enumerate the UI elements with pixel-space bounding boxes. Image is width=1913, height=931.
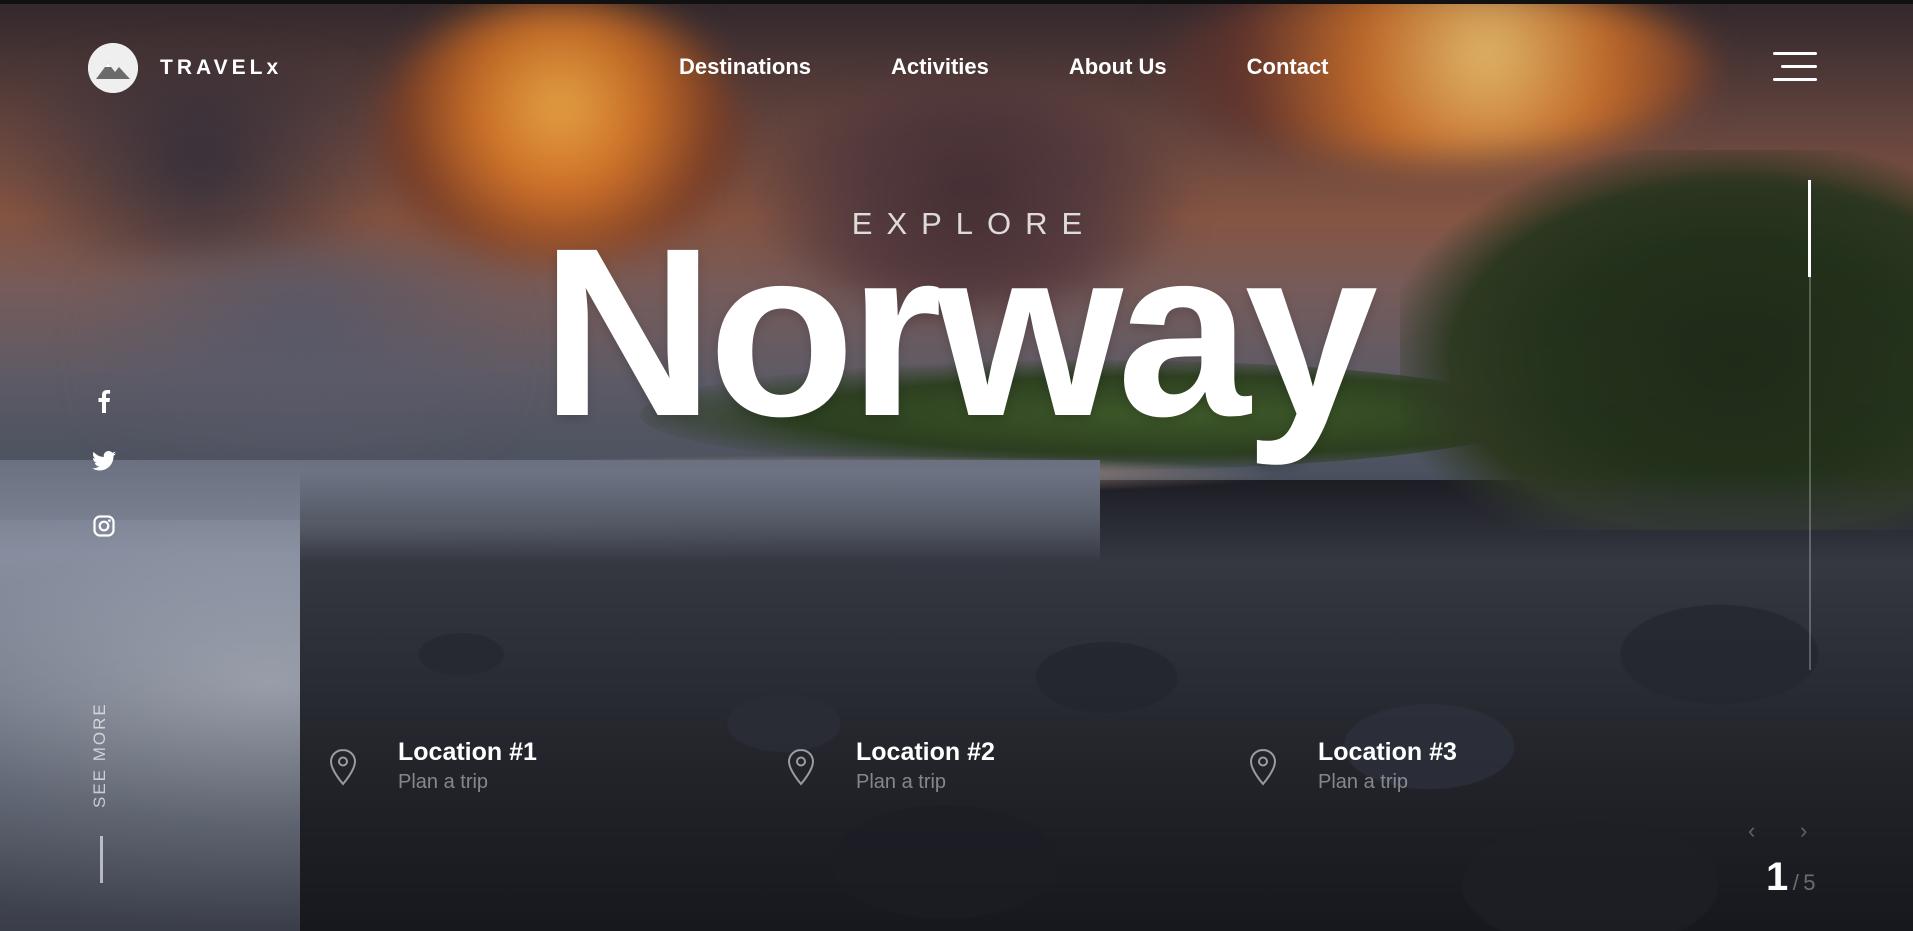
nav-destinations[interactable]: Destinations xyxy=(679,54,811,80)
nav-about-us[interactable]: About Us xyxy=(1069,54,1167,80)
main-nav: Destinations Activities About Us Contact xyxy=(679,54,1329,80)
instagram-icon[interactable] xyxy=(92,514,116,538)
hamburger-menu-icon[interactable] xyxy=(1773,52,1817,82)
location-card[interactable]: Location #2 Plan a trip xyxy=(786,738,995,794)
location-subtitle: Plan a trip xyxy=(398,771,489,793)
mountain-icon xyxy=(88,43,138,93)
location-title: Location #3 xyxy=(1318,738,1457,766)
logo[interactable]: TRAVELx xyxy=(88,43,282,93)
twitter-icon[interactable] xyxy=(92,449,116,473)
location-title: Location #2 xyxy=(856,738,995,766)
chevron-left-icon[interactable]: ‹ xyxy=(1748,818,1755,844)
progress-indicator xyxy=(1808,180,1811,277)
slide-separator: / xyxy=(1792,870,1799,895)
slide-counter: 1 / 5 xyxy=(1766,855,1816,900)
see-more-link[interactable]: SEE MORE xyxy=(90,702,110,808)
facebook-icon[interactable] xyxy=(92,389,116,413)
brand-name: TRAVELx xyxy=(160,56,283,79)
chevron-right-icon[interactable]: › xyxy=(1800,818,1807,844)
location-card[interactable]: Location #1 Plan a trip xyxy=(328,738,537,794)
total-slides: 5 xyxy=(1803,870,1816,895)
location-subtitle: Plan a trip xyxy=(856,771,947,793)
map-pin-icon xyxy=(328,748,358,794)
location-subtitle: Plan a trip xyxy=(1318,771,1409,793)
current-slide: 1 xyxy=(1766,855,1789,899)
location-card[interactable]: Location #3 Plan a trip xyxy=(1248,738,1457,794)
see-more-line xyxy=(100,836,103,883)
nav-contact[interactable]: Contact xyxy=(1247,54,1329,80)
nav-activities[interactable]: Activities xyxy=(891,54,989,80)
location-title: Location #1 xyxy=(398,738,537,766)
hero-title: Norway xyxy=(541,198,1378,466)
map-pin-icon xyxy=(1248,748,1278,794)
map-pin-icon xyxy=(786,748,816,794)
